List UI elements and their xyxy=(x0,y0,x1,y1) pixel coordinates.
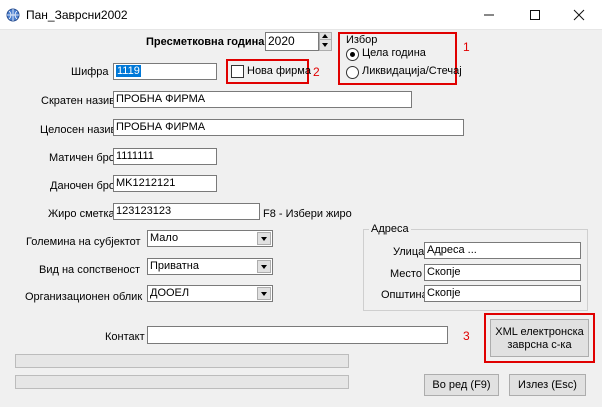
window-title: Пан_Заврсни2002 xyxy=(26,8,128,22)
municipality-input[interactable]: Скопје xyxy=(424,285,581,302)
tax-no-label: Даночен број xyxy=(50,180,118,192)
dropdown-arrow-icon[interactable] xyxy=(257,260,271,273)
progress-bar-2 xyxy=(15,375,349,389)
radio-liquidation[interactable] xyxy=(346,66,359,79)
street-input[interactable]: Адреса ... xyxy=(424,242,581,259)
minimize-button[interactable] xyxy=(466,0,512,30)
org-form-label: Организационен облик xyxy=(25,291,143,303)
choice-group-title: Избор xyxy=(344,34,380,46)
ownership-label: Вид на сопственост xyxy=(39,264,141,276)
spinner-up-arrow-icon[interactable] xyxy=(320,33,331,40)
radio-liquidation-label: Ликвидација/Стечај xyxy=(362,65,462,77)
code-label: Шифра xyxy=(71,66,109,78)
org-form-selected-value: ДООЕЛ xyxy=(150,287,190,299)
new-company-label: Нова фирма xyxy=(247,65,311,77)
full-name-label: Целосен назив xyxy=(40,124,117,136)
ok-button[interactable]: Во ред (F9) xyxy=(424,374,499,396)
ownership-selected-value: Приватна xyxy=(150,260,199,272)
account-hint: F8 - Избери жиро xyxy=(263,208,352,220)
code-input[interactable]: 1119 xyxy=(113,63,217,80)
year-spinner[interactable] xyxy=(319,32,332,51)
address-group-title: Адреса xyxy=(369,223,411,235)
spinner-down-arrow-icon[interactable] xyxy=(320,42,331,49)
xml-button-line2: заврсна с-ка xyxy=(507,339,572,351)
new-company-checkbox[interactable] xyxy=(231,65,244,78)
annotation-number-1: 1 xyxy=(463,40,470,54)
progress-bar-1 xyxy=(15,354,349,368)
size-label: Големина на субјектот xyxy=(26,236,141,248)
size-selected-value: Мало xyxy=(150,232,179,244)
annotation-number-2: 2 xyxy=(313,65,320,79)
ownership-select[interactable]: Приватна xyxy=(147,258,273,275)
place-input[interactable]: Скопје xyxy=(424,264,581,281)
dropdown-arrow-icon[interactable] xyxy=(257,232,271,245)
tax-no-input[interactable]: MK1212121 xyxy=(113,175,217,192)
reg-no-label: Матичен број xyxy=(49,152,118,164)
exit-button[interactable]: Излез (Esc) xyxy=(509,374,586,396)
dropdown-arrow-icon[interactable] xyxy=(257,287,271,300)
size-select[interactable]: Мало xyxy=(147,230,273,247)
municipality-label: Општина xyxy=(381,289,428,301)
short-name-label: Скратен назив xyxy=(41,95,116,107)
year-label: Пресметковна година xyxy=(146,36,265,48)
radio-full-year[interactable] xyxy=(346,48,359,61)
account-input[interactable]: 123123123 xyxy=(113,203,260,220)
contact-input[interactable] xyxy=(147,326,448,344)
contact-label: Контакт xyxy=(105,331,145,343)
close-button[interactable] xyxy=(556,0,602,30)
reg-no-input[interactable]: 1111111 xyxy=(113,148,217,165)
app-globe-icon xyxy=(6,8,20,22)
xml-electronic-statement-button[interactable]: XML електронска заврсна с-ка xyxy=(490,319,589,357)
org-form-select[interactable]: ДООЕЛ xyxy=(147,285,273,302)
year-input[interactable]: 2020 xyxy=(265,32,319,51)
short-name-input[interactable]: ПРОБНА ФИРМА xyxy=(113,91,412,108)
xml-button-line1: XML електронска xyxy=(495,326,584,338)
annotation-number-3: 3 xyxy=(463,329,470,343)
account-label: Жиро сметка xyxy=(48,208,115,220)
street-label: Улица xyxy=(393,246,425,258)
code-value: 1119 xyxy=(116,65,141,77)
radio-full-year-label: Цела година xyxy=(362,47,426,59)
title-bar: Пан_Заврсни2002 xyxy=(0,0,602,30)
place-label: Место xyxy=(390,268,422,280)
full-name-input[interactable]: ПРОБНА ФИРМА xyxy=(113,119,464,136)
maximize-button[interactable] xyxy=(512,0,558,30)
